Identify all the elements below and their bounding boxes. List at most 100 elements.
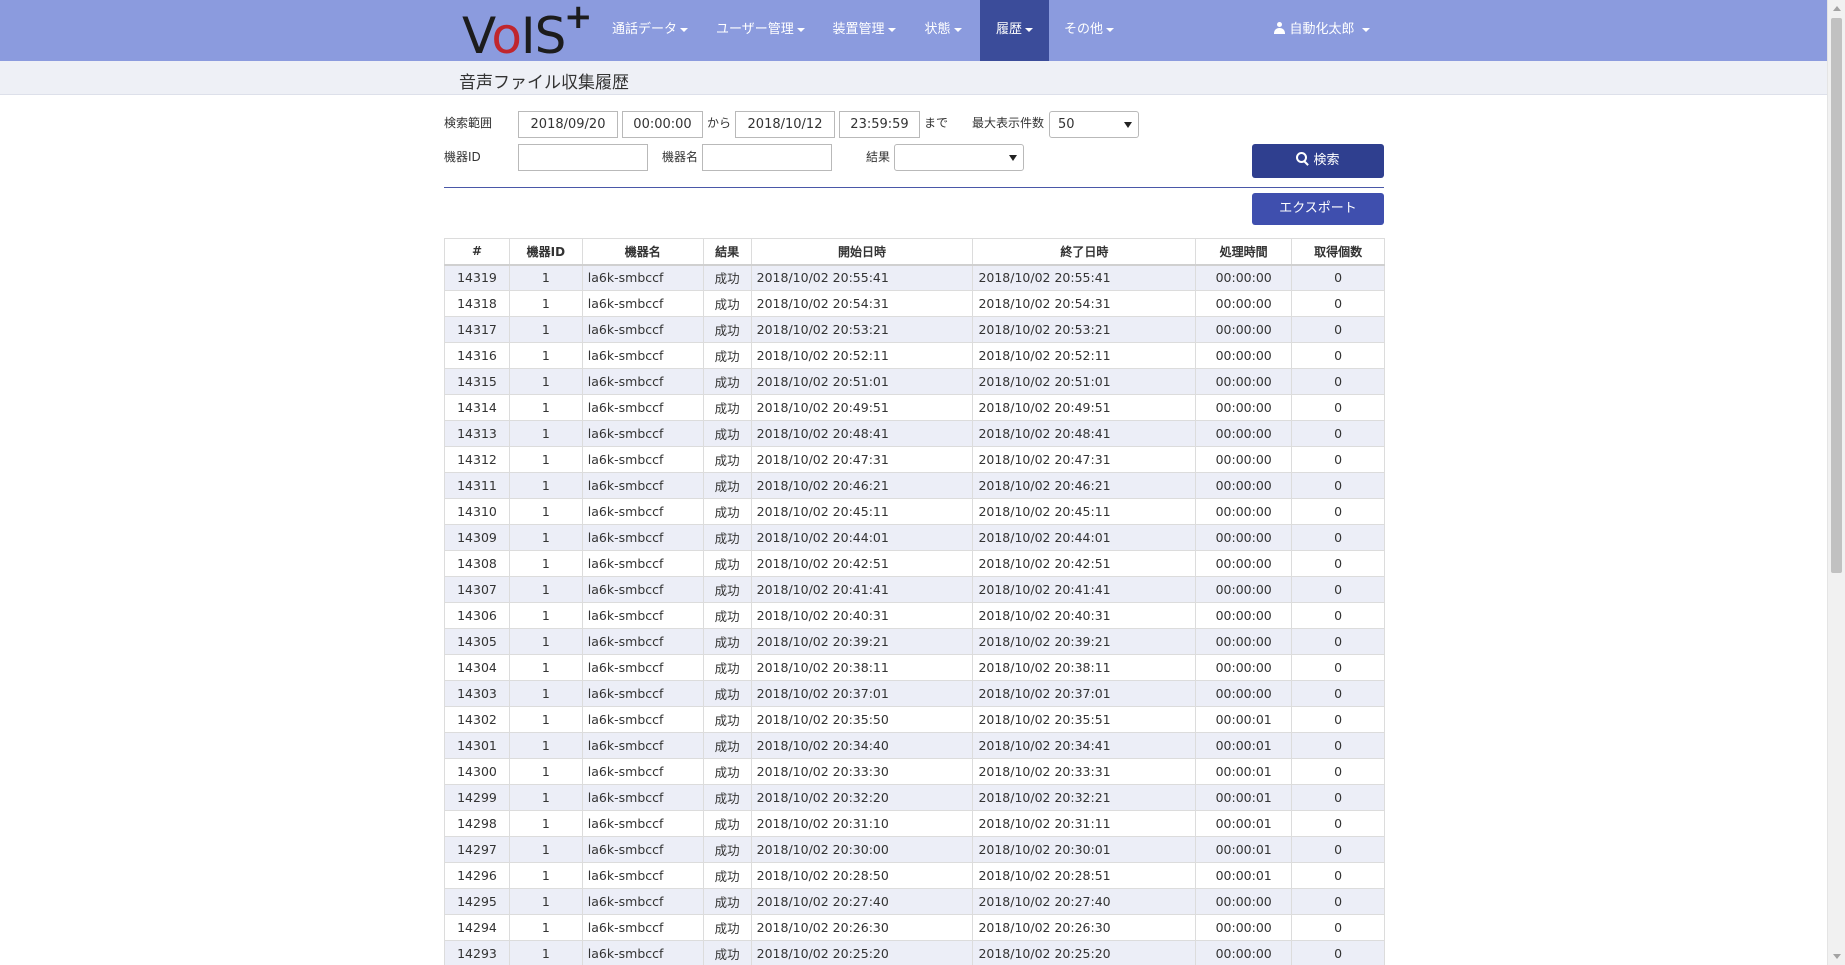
col-header-result[interactable]: 結果 — [702, 238, 752, 266]
table-row[interactable]: 14295 1 la6k-smbccf 成功 2018/10/02 20:27:40 20… — [444, 888, 1385, 915]
table-row[interactable]: 14308 1 la6k-smbccf 成功 2018/10/02 20:42:51 20… — [444, 550, 1385, 577]
col-header-device-id[interactable]: 機器ID — [508, 238, 583, 266]
table-row[interactable]: 14311 1 la6k-smbccf 成功 2018/10/02 20:46:21 20… — [444, 472, 1385, 499]
table-row[interactable]: 14315 1 la6k-smbccf 成功 2018/10/02 20:51:01 20… — [444, 368, 1385, 395]
search-icon — [1296, 152, 1309, 165]
cell-start-time: 2018/10/02 20:25:20 — [750, 940, 974, 965]
cell-start-time: 2018/10/02 20:46:21 — [750, 472, 974, 499]
table-row[interactable]: 14301 1 la6k-smbccf 成功 2018/10/02 20:34:40 20… — [444, 732, 1385, 759]
caret-down-icon — [1025, 27, 1033, 32]
scrollbar-thumb[interactable] — [1831, 18, 1842, 573]
end-time-input[interactable]: 23:59:59 — [839, 111, 920, 138]
cell-end-time: 2018/10/02 20:30:01 — [972, 836, 1197, 863]
cell-result: 成功 — [702, 706, 752, 733]
from-label: から — [707, 116, 732, 130]
table-row[interactable]: 14314 1 la6k-smbccf 成功 2018/10/02 20:49:51 20… — [444, 394, 1385, 421]
cell-device-name: la6k-smbccf — [581, 264, 704, 291]
col-header-end-time[interactable]: 終了日時 — [972, 238, 1197, 266]
start-time-input[interactable]: 00:00:00 — [622, 111, 703, 138]
export-button[interactable]: エクスポート — [1252, 193, 1384, 225]
cell-number: 14313 — [444, 420, 510, 447]
table-row[interactable]: 14309 1 la6k-smbccf 成功 2018/10/02 20:44:01 20… — [444, 524, 1385, 551]
cell-device-id: 1 — [508, 368, 583, 395]
cell-device-name: la6k-smbccf — [581, 498, 704, 525]
nav-other[interactable]: その他 — [1063, 0, 1115, 61]
table-row[interactable]: 14297 1 la6k-smbccf 成功 2018/10/02 20:30:00 20… — [444, 836, 1385, 863]
table-row[interactable]: 14294 1 la6k-smbccf 成功 2018/10/02 20:26:30 20… — [444, 914, 1385, 941]
cell-end-time: 2018/10/02 20:45:11 — [972, 498, 1197, 525]
table-row[interactable]: 14312 1 la6k-smbccf 成功 2018/10/02 20:47:31 20… — [444, 446, 1385, 473]
cell-count: 0 — [1291, 368, 1385, 395]
nav-device-management[interactable]: 装置管理 — [832, 0, 896, 61]
nav-user-management-label: ユーザー管理 — [716, 22, 794, 37]
cell-result: 成功 — [702, 940, 752, 965]
table-row[interactable]: 14313 1 la6k-smbccf 成功 2018/10/02 20:48:41 20… — [444, 420, 1385, 447]
table-row[interactable]: 14317 1 la6k-smbccf 成功 2018/10/02 20:53:21 20… — [444, 316, 1385, 343]
table-row[interactable]: 14302 1 la6k-smbccf 成功 2018/10/02 20:35:50 20… — [444, 706, 1385, 733]
col-header-duration[interactable]: 処理時間 — [1195, 238, 1293, 266]
table-row[interactable]: 14306 1 la6k-smbccf 成功 2018/10/02 20:40:31 20… — [444, 602, 1385, 629]
table-row[interactable]: 14298 1 la6k-smbccf 成功 2018/10/02 20:31:10 20… — [444, 810, 1385, 837]
table-row[interactable]: 14296 1 la6k-smbccf 成功 2018/10/02 20:28:50 20… — [444, 862, 1385, 889]
cell-device-name: la6k-smbccf — [581, 940, 704, 965]
cell-end-time: 2018/10/02 20:33:31 — [972, 758, 1197, 785]
cell-device-name: la6k-smbccf — [581, 290, 704, 317]
cell-duration: 00:00:00 — [1195, 524, 1293, 551]
table-row[interactable]: 14316 1 la6k-smbccf 成功 2018/10/02 20:52:11 20… — [444, 342, 1385, 369]
col-header-start-time[interactable]: 開始日時 — [750, 238, 974, 266]
table-row[interactable]: 14304 1 la6k-smbccf 成功 2018/10/02 20:38:11 20… — [444, 654, 1385, 681]
cell-start-time: 2018/10/02 20:28:50 — [750, 862, 974, 889]
col-header-count[interactable]: 取得個数 — [1291, 238, 1385, 266]
scroll-down-icon[interactable] — [1833, 954, 1841, 959]
device-id-input[interactable] — [518, 144, 648, 171]
nav-user-management[interactable]: ユーザー管理 — [716, 0, 805, 61]
table-row[interactable]: 14303 1 la6k-smbccf 成功 2018/10/02 20:37:01 20… — [444, 680, 1385, 707]
cell-number: 14307 — [444, 576, 510, 603]
cell-number: 14318 — [444, 290, 510, 317]
cell-device-id: 1 — [508, 472, 583, 499]
table-row[interactable]: 14299 1 la6k-smbccf 成功 2018/10/02 20:32:20 20… — [444, 784, 1385, 811]
max-display-select[interactable]: 50 — [1049, 111, 1139, 138]
table-row[interactable]: 14293 1 la6k-smbccf 成功 2018/10/02 20:25:20 20… — [444, 940, 1385, 965]
cell-device-id: 1 — [508, 290, 583, 317]
search-button[interactable]: 検索 — [1252, 144, 1384, 178]
cell-device-id: 1 — [508, 680, 583, 707]
col-header-number[interactable]: # — [444, 238, 510, 266]
cell-device-name: la6k-smbccf — [581, 472, 704, 499]
vois-logo[interactable]: VoIS + — [462, 0, 593, 64]
cell-device-name: la6k-smbccf — [581, 862, 704, 889]
start-date-input[interactable]: 2018/09/20 — [518, 111, 618, 138]
cell-start-time: 2018/10/02 20:37:01 — [750, 680, 974, 707]
device-name-input[interactable] — [702, 144, 832, 171]
col-header-device-name[interactable]: 機器名 — [581, 238, 704, 266]
user-icon — [1274, 22, 1286, 34]
cell-duration: 00:00:00 — [1195, 576, 1293, 603]
table-row[interactable]: 14307 1 la6k-smbccf 成功 2018/10/02 20:41:41 20… — [444, 576, 1385, 603]
cell-start-time: 2018/10/02 20:47:31 — [750, 446, 974, 473]
cell-end-time: 2018/10/02 20:34:41 — [972, 732, 1197, 759]
cell-duration: 00:00:00 — [1195, 602, 1293, 629]
end-date-input[interactable]: 2018/10/12 — [735, 111, 835, 138]
cell-device-name: la6k-smbccf — [581, 836, 704, 863]
table-row[interactable]: 14305 1 la6k-smbccf 成功 2018/10/02 20:39:21 20… — [444, 628, 1385, 655]
table-row[interactable]: 14319 1 la6k-smbccf 成功 2018/10/02 20:55:41 20… — [444, 264, 1385, 291]
table-row[interactable]: 14318 1 la6k-smbccf 成功 2018/10/02 20:54:31 20… — [444, 290, 1385, 317]
page-scrollbar[interactable] — [1827, 0, 1845, 965]
cell-device-id: 1 — [508, 706, 583, 733]
nav-call-data[interactable]: 通話データ — [612, 0, 689, 61]
cell-number: 14311 — [444, 472, 510, 499]
nav-history[interactable]: 履歴 — [980, 0, 1049, 61]
result-select[interactable] — [894, 144, 1024, 171]
cell-device-name: la6k-smbccf — [581, 368, 704, 395]
caret-down-icon — [887, 27, 896, 32]
cell-device-name: la6k-smbccf — [581, 394, 704, 421]
nav-status[interactable]: 状態 — [922, 0, 964, 61]
table-row[interactable]: 14300 1 la6k-smbccf 成功 2018/10/02 20:33:30 20… — [444, 758, 1385, 785]
cell-start-time: 2018/10/02 20:34:40 — [750, 732, 974, 759]
cell-count: 0 — [1291, 654, 1385, 681]
cell-result: 成功 — [702, 316, 752, 343]
scroll-up-icon[interactable] — [1833, 6, 1841, 11]
table-row[interactable]: 14310 1 la6k-smbccf 成功 2018/10/02 20:45:11 20… — [444, 498, 1385, 525]
cell-number: 14298 — [444, 810, 510, 837]
user-menu[interactable]: 自動化太郎 — [1274, 0, 1370, 61]
